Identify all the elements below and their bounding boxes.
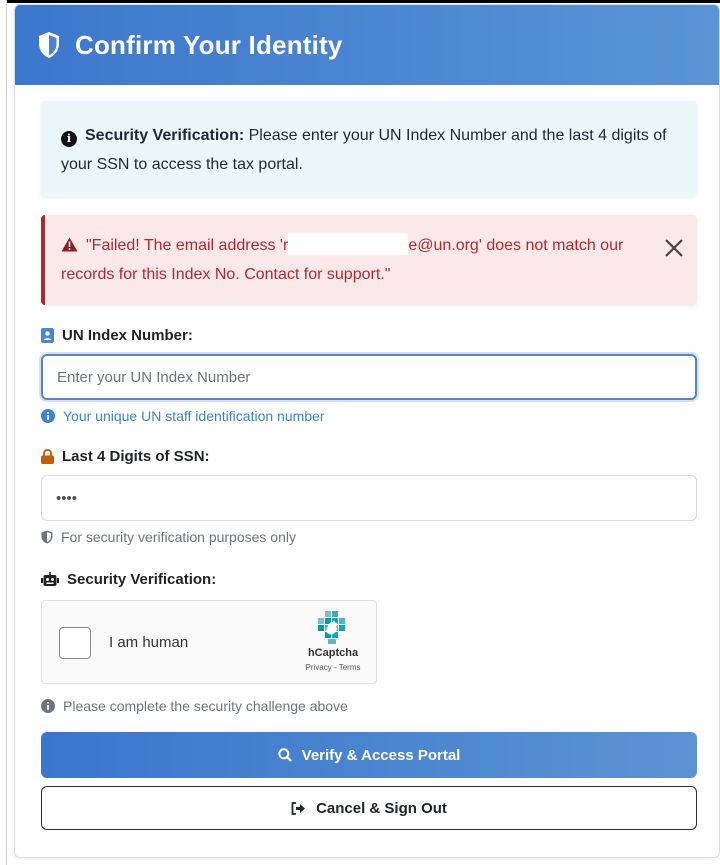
index-field-group: UN Index Number: Your unique UN staff id… [41,327,697,424]
index-label-text: UN Index Number: [62,327,193,344]
captcha-checkbox[interactable] [59,627,91,659]
error-text-start: "Failed! The email address 'r [86,237,289,254]
info-circle-icon [41,409,55,423]
verify-button-label: Verify & Access Portal [301,746,461,764]
captcha-help-text: Please complete the security challenge a… [63,698,348,714]
index-number-input[interactable] [41,354,697,400]
shield-icon [41,530,53,544]
ssn-field-group: Last 4 Digits of SSN: For security verif… [41,448,697,545]
cancel-button[interactable]: Cancel & Sign Out [41,786,697,830]
form-body: i Security Verification: Please enter you… [41,101,697,830]
captcha-label-text: Security Verification: [67,571,217,588]
shield-icon [39,32,59,58]
id-badge-icon [41,328,54,343]
sign-out-icon [291,801,306,815]
index-label: UN Index Number: [41,327,697,344]
captcha-help: Please complete the security challenge a… [41,698,697,714]
ssn-help-text: For security verification purposes only [61,529,296,545]
captcha-checkbox-text: I am human [109,634,189,651]
info-alert: i Security Verification: Please enter you… [41,101,697,197]
hcaptcha-logo-icon [318,611,345,644]
info-circle-icon: i [61,131,77,147]
page-title: Confirm Your Identity [75,29,343,60]
ssn-help: For security verification purposes only [41,529,697,545]
ssn-label: Last 4 Digits of SSN: [41,448,697,465]
robot-icon [41,572,59,586]
close-icon[interactable] [663,237,685,259]
index-help-text: Your unique UN staff identification numb… [63,408,325,424]
identity-card: Confirm Your Identity i Security Verifica… [14,4,720,858]
card-header: Confirm Your Identity [15,5,719,85]
hcaptcha-brand: hCaptcha [307,647,359,659]
redaction-block [288,233,409,255]
error-alert: "Failed! The email address 'r e@un.org' d… [41,215,697,305]
info-circle-icon [41,699,55,713]
top-border [0,0,720,3]
captcha-label: Security Verification: [41,571,697,588]
hcaptcha-links[interactable]: Privacy - Terms [294,663,372,672]
info-alert-label: Security Verification: [85,127,245,144]
search-icon [277,748,292,762]
lock-icon [41,449,54,464]
index-help: Your unique UN staff identification numb… [41,408,697,424]
cancel-button-label: Cancel & Sign Out [316,799,447,817]
hcaptcha-widget: I am human hCaptcha Privacy - Terms [41,600,377,684]
warning-triangle-icon [61,237,78,252]
captcha-group: Security Verification: I am human hCaptc… [41,571,697,714]
ssn-label-text: Last 4 Digits of SSN: [62,448,210,465]
page-edge [0,0,7,865]
verify-button[interactable]: Verify & Access Portal [41,732,697,778]
ssn-input[interactable] [41,475,697,521]
